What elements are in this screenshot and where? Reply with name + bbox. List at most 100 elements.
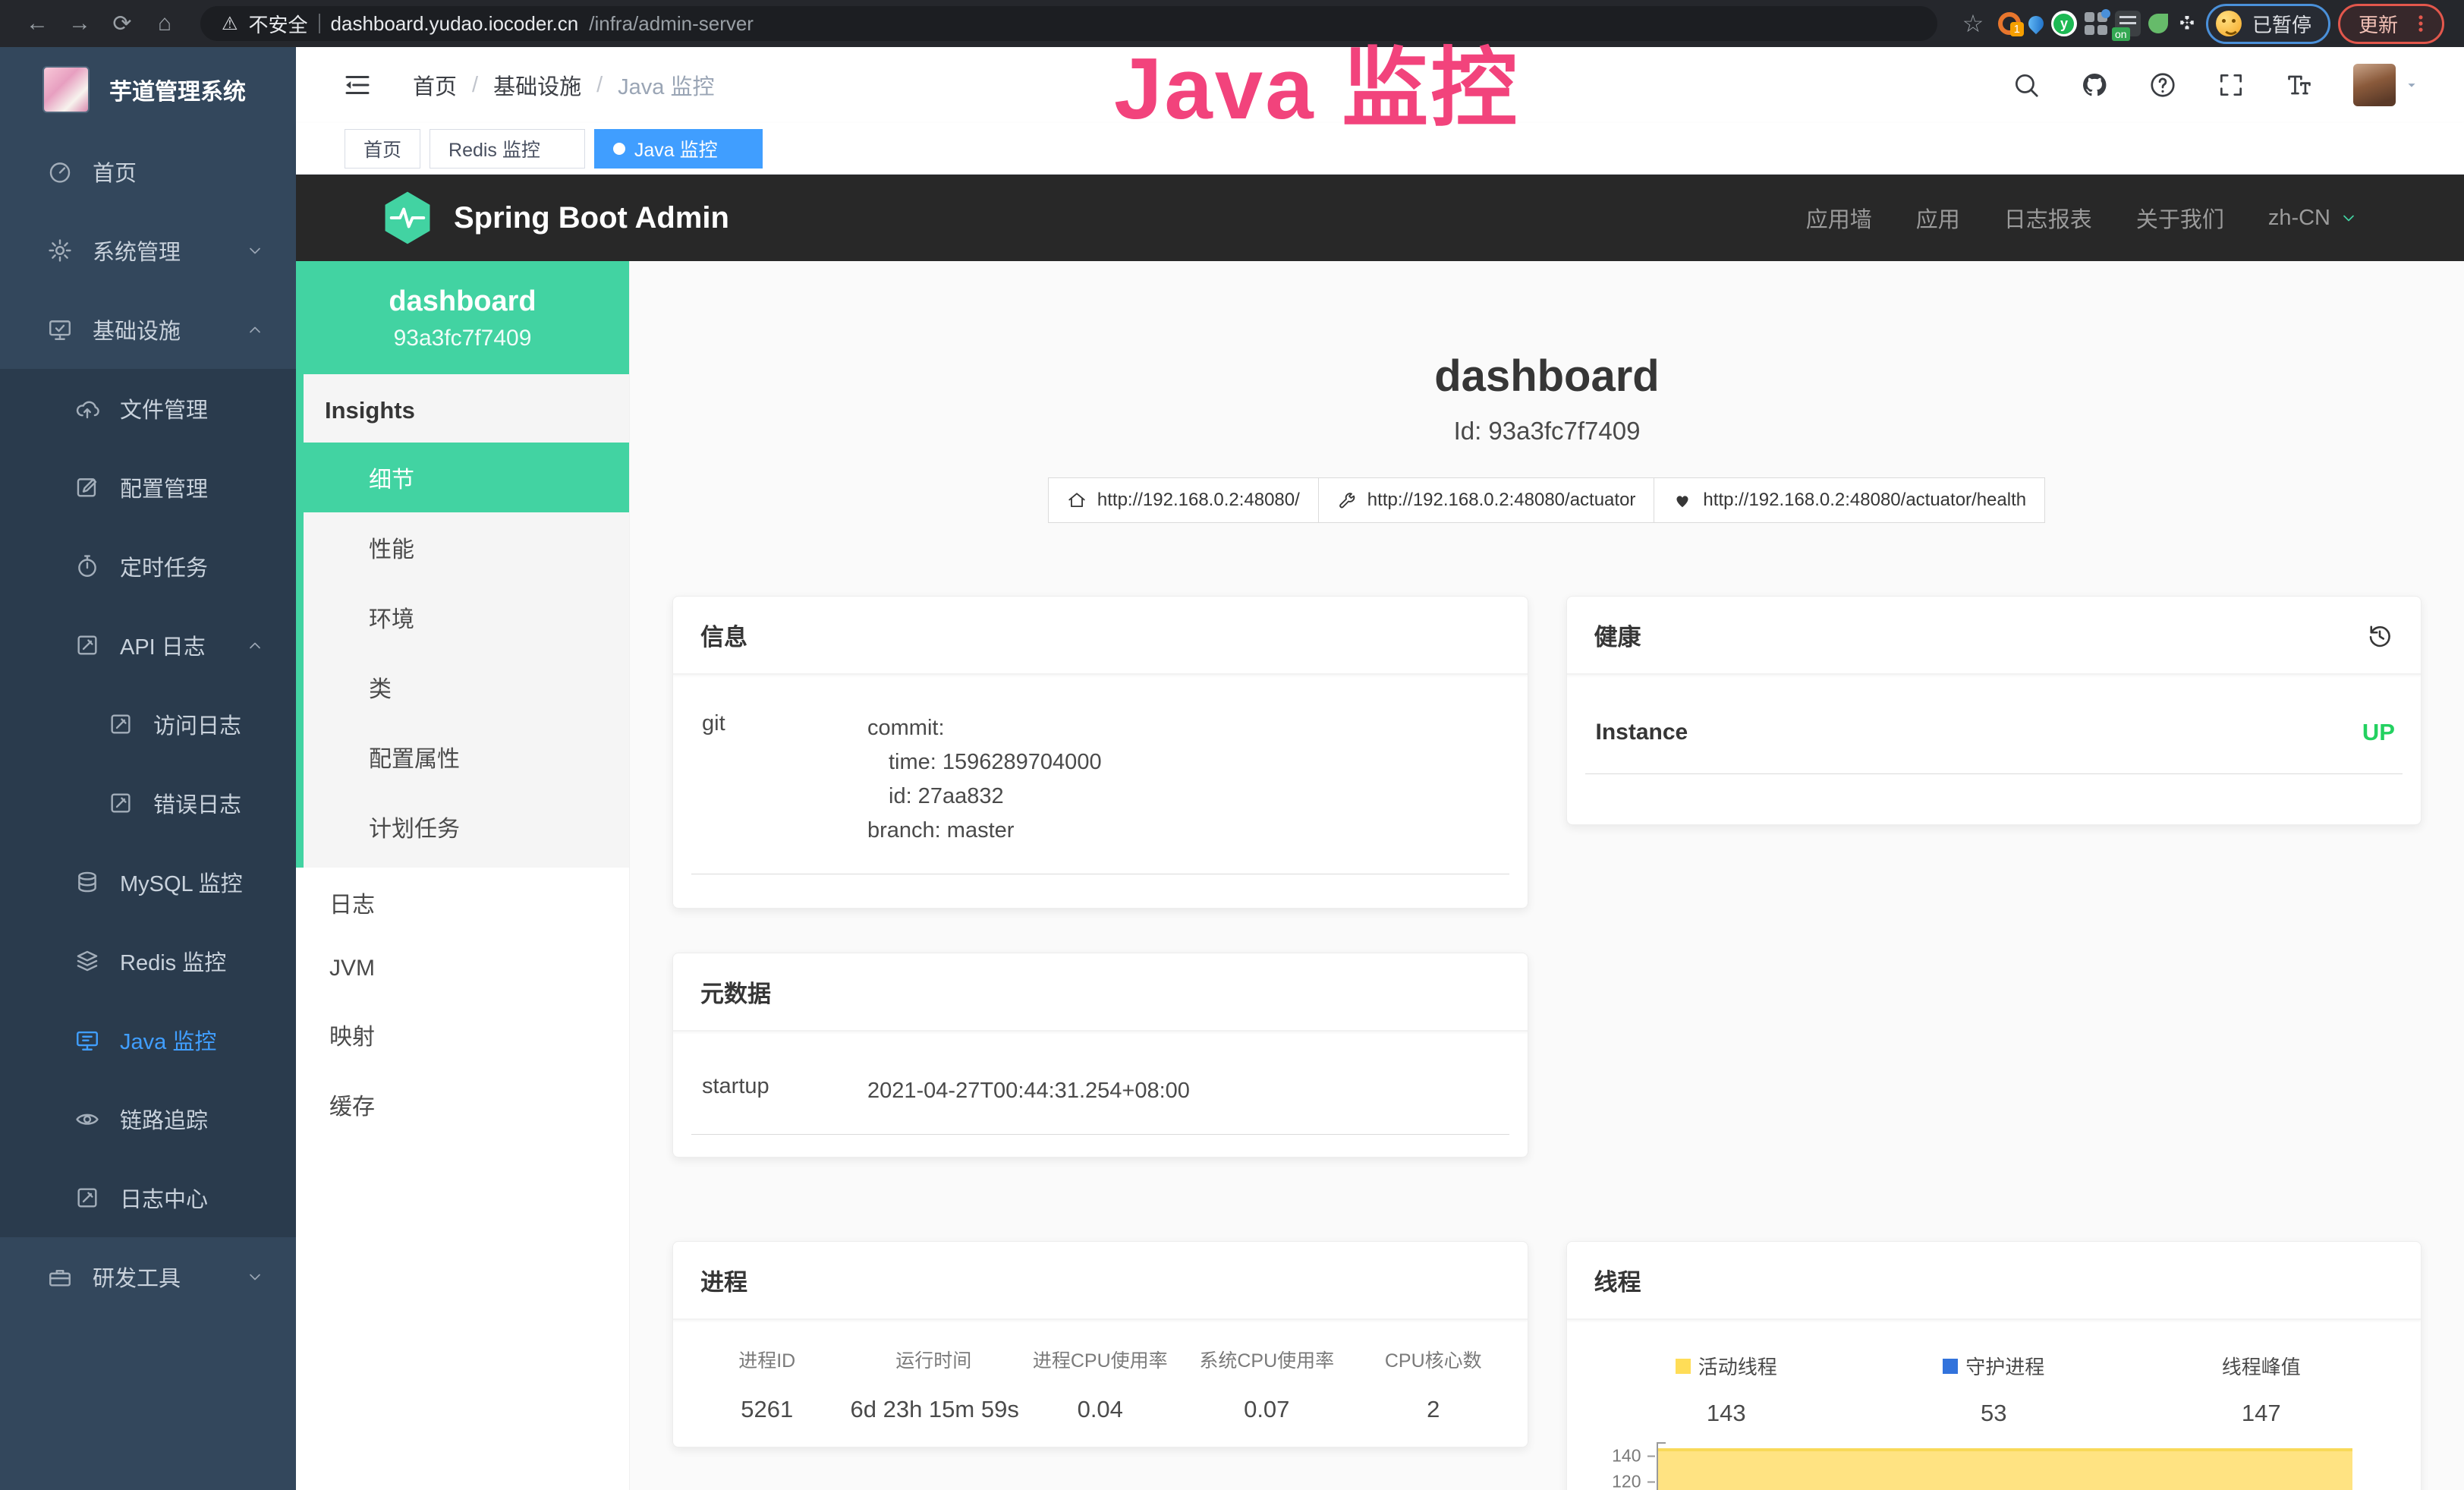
sidebar-item-config-mgmt[interactable]: 配置管理 [0,448,296,527]
search-icon[interactable] [2012,71,2041,99]
extension-tampermonkey-icon[interactable]: 1 [1998,12,2021,35]
back-icon[interactable]: ← [20,6,55,41]
sidebar-item-label: 研发工具 [93,1261,181,1293]
sidebar-item-api-logs[interactable]: API 日志 [0,606,296,685]
info-card-title: 信息 [700,618,747,652]
sidebar-item-label: 错误日志 [153,787,241,819]
tab-label: Redis 监控 [448,135,540,162]
breadcrumb-home[interactable]: 首页 [413,69,457,101]
extensions-puzzle-icon[interactable] [2176,12,2198,35]
sba-nav-about[interactable]: 关于我们 [2136,202,2224,234]
tab-label: Java 监控 [634,135,718,162]
log-icon [74,1185,100,1211]
sidebar-item-tracing[interactable]: 链路追踪 [0,1079,296,1158]
sidebar-item-error-logs[interactable]: 错误日志 [0,764,296,843]
sba-header: Spring Boot Admin 应用墙 应用 日志报表 关于我们 zh-CN [296,175,2464,261]
sidebar-item-java-monitor[interactable]: Java 监控 [0,1000,296,1079]
actuator-url-button[interactable]: http://192.168.0.2:48080/actuator [1318,477,1655,523]
info-git-row: git commit: time: 1596289704000 id: 27aa… [691,675,1509,874]
sidebar-item-label: 基础设施 [93,313,181,345]
github-icon[interactable] [2080,71,2109,99]
font-size-icon[interactable] [2285,71,2314,99]
sidebar-item-log-center[interactable]: 日志中心 [0,1158,296,1237]
breadcrumb-infrastructure[interactable]: 基础设施 [493,69,581,101]
sba-nav-wallboard[interactable]: 应用墙 [1806,202,1872,234]
active-tab-dot [613,143,625,155]
process-col-header: 进程ID [684,1346,851,1373]
reload-icon[interactable]: ⟳ [105,6,140,41]
sidebar-item-scheduled-jobs[interactable]: 定时任务 [0,527,296,606]
help-icon[interactable] [2148,71,2177,99]
sidebar-item-label: 访问日志 [153,708,241,740]
user-menu[interactable] [2353,64,2420,106]
edit-icon [74,474,100,500]
sba-menu-metrics[interactable]: 性能 [296,512,629,582]
sidebar-item-infrastructure[interactable]: 基础设施 [0,290,296,369]
sba-nav-applications[interactable]: 应用 [1916,202,1960,234]
extension-onetab-icon[interactable]: on [2115,11,2141,36]
sidebar-item-mysql-monitor[interactable]: MySQL 监控 [0,843,296,921]
sba-menu-classes[interactable]: 类 [296,652,629,722]
extension-pin-icon[interactable] [2025,13,2047,34]
extension-leaf-icon[interactable] [2148,14,2168,33]
service-url-button[interactable]: http://192.168.0.2:48080/ [1048,477,1319,523]
sba-menu-environment[interactable]: 环境 [296,582,629,652]
chrome-menu-kebab-icon[interactable] [2410,13,2431,34]
sba-menu-mappings[interactable]: 映射 [296,1000,629,1069]
address-bar[interactable]: ⚠ 不安全 dashboard.yudao.iocoder.cn/infra/a… [200,6,1937,41]
chrome-update-button[interactable]: 更新 [2338,4,2444,44]
sidebar-item-file-mgmt[interactable]: 文件管理 [0,369,296,448]
sidebar-item-dev-tools[interactable]: 研发工具 [0,1237,296,1316]
tab-redis-monitor[interactable]: Redis 监控 [430,129,585,169]
metadata-card-title: 元数据 [700,975,771,1009]
health-history-icon[interactable] [2366,622,2393,649]
sidebar-item-access-logs[interactable]: 访问日志 [0,685,296,764]
breadcrumb: 首页 / 基础设施 / Java 监控 [413,69,714,101]
sba-instance-header[interactable]: dashboard 93a3fc7f7409 [296,261,629,374]
sba-menu-scheduled-tasks[interactable]: 计划任务 [296,792,629,862]
process-col-value: 6d 23h 15m 59s [851,1396,1018,1423]
sba-menu-logs[interactable]: 日志 [296,868,629,937]
bookmark-star-icon[interactable]: ☆ [1956,6,1990,41]
sidebar-item-label: 日志中心 [120,1182,208,1214]
sba-menu-jvm[interactable]: JVM [296,937,629,1000]
sidebar-collapse-icon[interactable] [341,69,373,101]
extension-grid-icon[interactable] [2085,12,2107,35]
sba-group-label: Insights [296,374,629,443]
process-col-header: 运行时间 [851,1346,1018,1373]
git-id-line: id: 27aa832 [867,780,1102,814]
tab-home[interactable]: 首页 [345,129,420,169]
sidebar-item-system-mgmt[interactable]: 系统管理 [0,211,296,290]
instance-name: dashboard [304,285,622,318]
extension-y-icon[interactable]: y [2051,11,2077,36]
chart-y-axis: 140 120 100 [1593,1439,1657,1490]
sidebar-item-home[interactable]: 首页 [0,132,296,211]
git-commit-line: commit: [867,711,1102,745]
fullscreen-icon[interactable] [2217,71,2245,99]
sba-locale-select[interactable]: zh-CN [2268,206,2358,231]
eye-icon [74,1106,100,1132]
home-icon[interactable]: ⌂ [147,6,182,41]
tab-java-monitor[interactable]: Java 监控 [594,129,763,169]
sidebar-item-label: 系统管理 [93,235,181,266]
process-col-value: 5261 [684,1396,851,1423]
forward-icon[interactable]: → [62,6,97,41]
info-card: 信息 git commit: time: 1596289704000 id: 2… [672,596,1528,909]
sidebar-item-redis-monitor[interactable]: Redis 监控 [0,921,296,1000]
not-secure-warning-icon: ⚠ [222,13,238,35]
metadata-startup-row: startup 2021-04-27T00:44:31.254+08:00 [691,1032,1509,1135]
profile-paused-badge[interactable]: 已暂停 [2206,4,2330,44]
sba-menu-config-props[interactable]: 配置属性 [296,722,629,792]
threads-card: 线程 活动线程143 守护进程53 线程峰值147 140 [1566,1241,2422,1490]
sba-nav-journal[interactable]: 日志报表 [2004,202,2092,234]
close-tab-icon[interactable] [727,140,744,157]
threads-card-title: 线程 [1594,1263,1641,1297]
sba-menu-details[interactable]: 细节 [296,443,629,512]
chevron-down-icon [246,1268,264,1286]
sba-sidebar: dashboard 93a3fc7f7409 Insights 细节 性能 环境… [296,261,630,1490]
close-tab-icon[interactable] [549,140,566,157]
sba-menu-caches[interactable]: 缓存 [296,1069,629,1139]
extension-grid-dot [2101,9,2110,18]
health-url-button[interactable]: http://192.168.0.2:48080/actuator/health [1654,477,2045,523]
sidebar-item-label: 配置管理 [120,471,208,503]
